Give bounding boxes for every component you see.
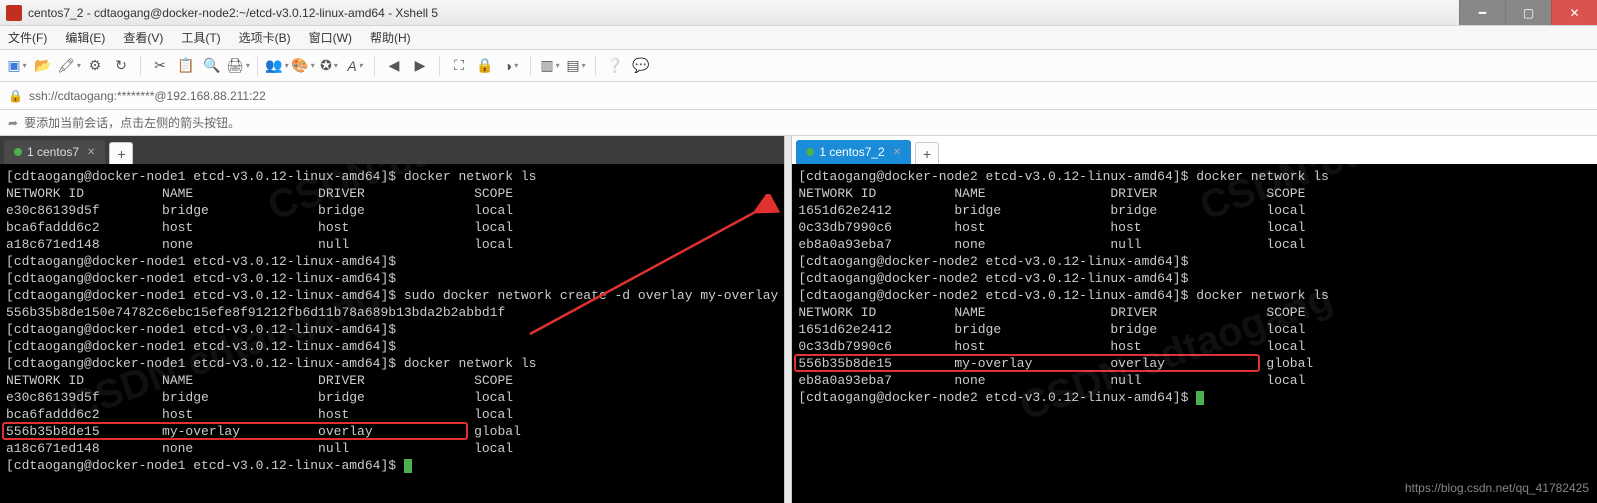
tab-centos7-2[interactable]: 1 centos7_2 ✕ [796, 140, 911, 164]
color-scheme-button[interactable]: 🎨 [292, 55, 314, 77]
toolbar: ▣ 📂 🖍 ⚙ ↻ ✂ 📋 🔍 🖨 👥 🎨 ✪ A ◀ ▶ ⛶ 🔒 ◑ ▥ ▤ … [0, 50, 1597, 82]
tile-horz-button[interactable]: ▥ [539, 55, 561, 77]
toolbar-separator [140, 56, 141, 76]
tabstrip-right: 1 centos7_2 ✕ + [792, 136, 1597, 164]
highlight-button[interactable]: 🖍 [58, 55, 80, 77]
encoding-button[interactable]: ✪ [318, 55, 340, 77]
terminal-output: [cdtaogang@docker-node1 etcd-v3.0.12-lin… [6, 169, 778, 473]
pane-right: 1 centos7_2 ✕ + [cdtaogang@docker-node2 … [792, 136, 1597, 503]
transparency-button[interactable]: ◑ [500, 55, 522, 77]
close-icon[interactable]: ✕ [893, 147, 901, 158]
toolbar-separator [595, 56, 596, 76]
close-icon[interactable]: ✕ [87, 147, 95, 158]
menubar: 文件(F) 编辑(E) 查看(V) 工具(T) 选项卡(B) 窗口(W) 帮助(… [0, 26, 1597, 50]
menu-file[interactable]: 文件(F) [8, 29, 47, 46]
add-tab-button[interactable]: + [109, 142, 133, 164]
lock-icon: 🔒 [8, 89, 23, 103]
window-title: centos7_2 - cdtaogang@docker-node2:~/etc… [28, 6, 438, 20]
toolbar-separator [374, 56, 375, 76]
settings-button[interactable]: ⚙ [84, 55, 106, 77]
toolbar-separator [530, 56, 531, 76]
fullscreen-button[interactable]: ⛶ [448, 55, 470, 77]
cursor-icon [1196, 391, 1204, 405]
new-session-button[interactable]: ▣ [6, 55, 28, 77]
terminal-right[interactable]: [cdtaogang@docker-node2 etcd-v3.0.12-lin… [792, 164, 1597, 503]
profiles-button[interactable]: 👥 [266, 55, 288, 77]
arrow-annotation [520, 194, 780, 344]
add-tab-button[interactable]: + [915, 142, 939, 164]
nav-fwd-button[interactable]: ▶ [409, 55, 431, 77]
nav-back-button[interactable]: ◀ [383, 55, 405, 77]
address-text[interactable]: ssh://cdtaogang:********@192.168.88.211:… [29, 89, 266, 103]
reconnect-button[interactable]: ↻ [110, 55, 132, 77]
cut-button[interactable]: ✂ [149, 55, 171, 77]
terminal-left[interactable]: [cdtaogang@docker-node1 etcd-v3.0.12-lin… [0, 164, 784, 503]
find-button[interactable]: 🔍 [201, 55, 223, 77]
close-button[interactable]: ✕ [1551, 0, 1597, 25]
info-text: 要添加当前会话，点击左侧的箭头按钮。 [24, 114, 240, 131]
tab-centos7[interactable]: 1 centos7 ✕ [4, 140, 105, 164]
app-icon [6, 5, 22, 21]
menu-help[interactable]: 帮助(H) [370, 29, 411, 46]
split-panes: 1 centos7 ✕ + [cdtaogang@docker-node1 et… [0, 136, 1597, 503]
tab-label: 1 centos7_2 [819, 145, 884, 159]
tab-label: 1 centos7 [27, 145, 79, 159]
menu-edit[interactable]: 编辑(E) [65, 29, 105, 46]
menu-tabs[interactable]: 选项卡(B) [239, 29, 291, 46]
status-dot-icon [14, 148, 22, 156]
feedback-button[interactable]: 💬 [630, 55, 652, 77]
lock-button[interactable]: 🔒 [474, 55, 496, 77]
tabstrip-left: 1 centos7 ✕ + [0, 136, 784, 164]
status-dot-icon [806, 148, 814, 156]
font-button[interactable]: A [344, 55, 366, 77]
pane-left: 1 centos7 ✕ + [cdtaogang@docker-node1 et… [0, 136, 784, 503]
blog-url: https://blog.csdn.net/qq_41782425 [1405, 480, 1589, 497]
print-button[interactable]: 🖨 [227, 55, 249, 77]
info-bar: ➦ 要添加当前会话，点击左侧的箭头按钮。 [0, 110, 1597, 136]
minimize-button[interactable]: ━ [1459, 0, 1505, 25]
address-bar: 🔒 ssh://cdtaogang:********@192.168.88.21… [0, 82, 1597, 110]
menu-window[interactable]: 窗口(W) [309, 29, 352, 46]
arrow-icon[interactable]: ➦ [8, 116, 18, 130]
menu-view[interactable]: 查看(V) [123, 29, 163, 46]
copy-button[interactable]: 📋 [175, 55, 197, 77]
cursor-icon [404, 459, 412, 473]
open-button[interactable]: 📂 [32, 55, 54, 77]
window-controls: ━ ▢ ✕ [1459, 0, 1597, 25]
menu-tools[interactable]: 工具(T) [181, 29, 220, 46]
toolbar-separator [439, 56, 440, 76]
window-titlebar: centos7_2 - cdtaogang@docker-node2:~/etc… [0, 0, 1597, 26]
pane-splitter[interactable] [784, 136, 792, 503]
maximize-button[interactable]: ▢ [1505, 0, 1551, 25]
terminal-output: [cdtaogang@docker-node2 etcd-v3.0.12-lin… [798, 169, 1329, 405]
help-button[interactable]: ❔ [604, 55, 626, 77]
tile-vert-button[interactable]: ▤ [565, 55, 587, 77]
toolbar-separator [257, 56, 258, 76]
